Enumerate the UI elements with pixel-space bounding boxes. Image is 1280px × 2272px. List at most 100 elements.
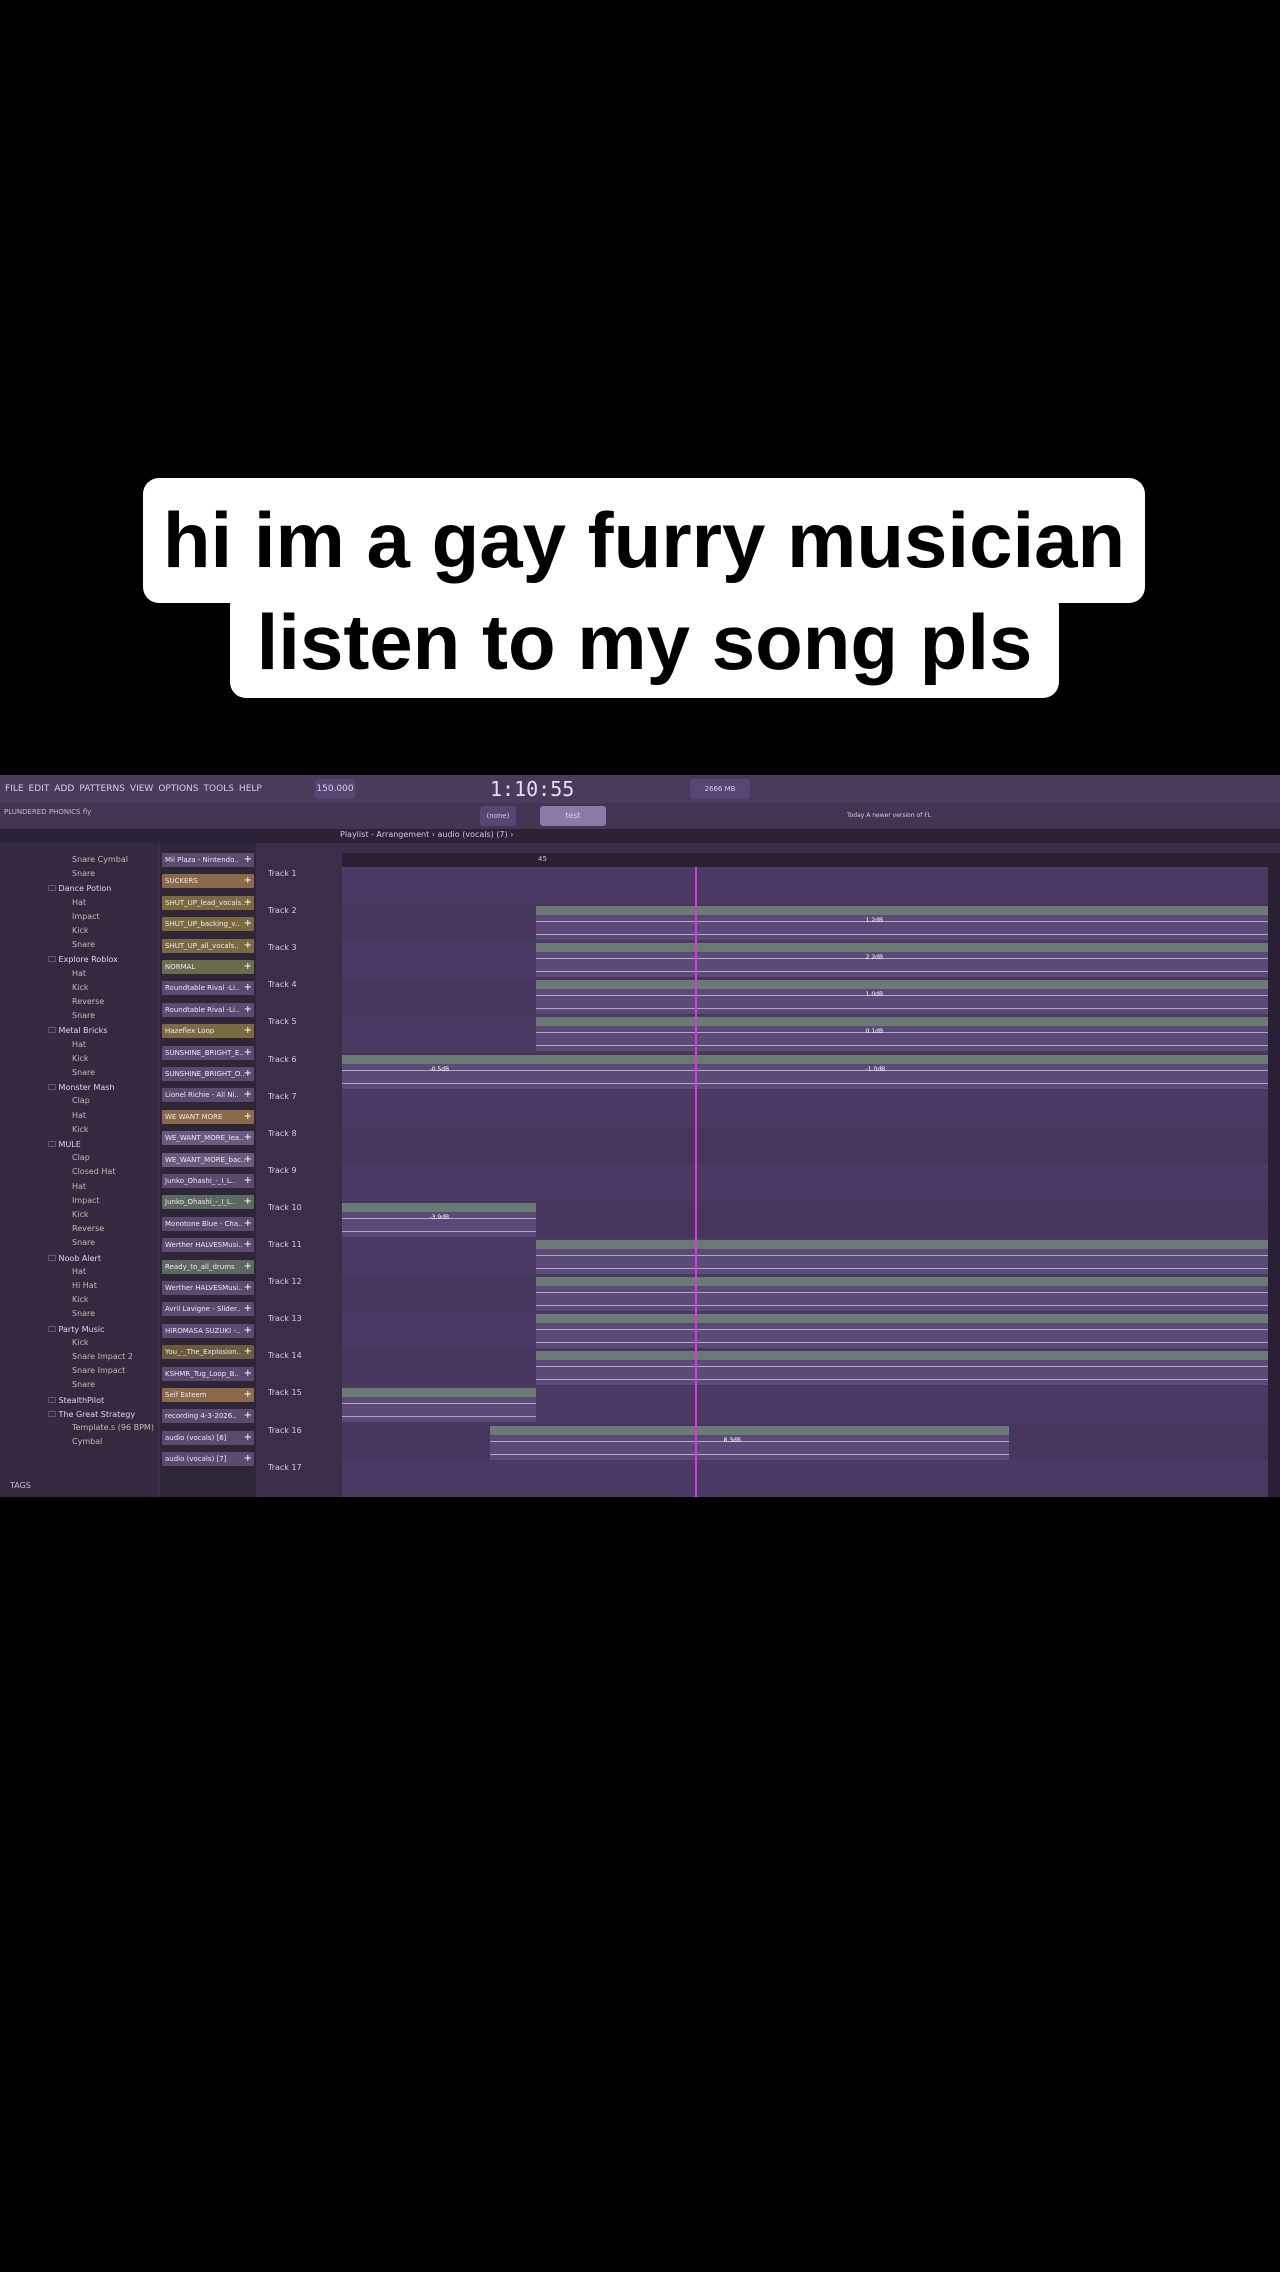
add-icon[interactable]: + (244, 1281, 252, 1295)
browser-file[interactable]: Snare (72, 1011, 95, 1020)
channel-button[interactable]: Junko_Ohashi_-_I_L.. + (162, 1195, 254, 1210)
track-name[interactable]: Track 17 (268, 1463, 302, 1472)
track-name[interactable]: Track 5 (268, 1017, 297, 1026)
channel-button[interactable]: You_-_The_Explosion.. + (162, 1345, 254, 1360)
track-name[interactable]: Track 7 (268, 1092, 297, 1101)
browser-file[interactable]: Snare (72, 1380, 95, 1389)
channel-button[interactable]: Roundtable Rival -Li.. + (162, 981, 254, 996)
browser-folder[interactable]: 🗀 Metal Bricks (48, 1025, 107, 1039)
track-name[interactable]: Track 15 (268, 1388, 302, 1397)
track-name[interactable]: Track 14 (268, 1351, 302, 1360)
channel-button[interactable]: Self Esteem + (162, 1388, 254, 1402)
track-name[interactable]: Track 11 (268, 1240, 302, 1249)
browser-folder[interactable]: 🗀 Explore Roblox (48, 954, 118, 968)
menu-item-edit[interactable]: EDIT (29, 784, 50, 794)
channel-button[interactable]: Werther HALVESMusi.. + (162, 1281, 254, 1295)
channel-button[interactable]: HIROMASA SUZUKI -.. + (162, 1323, 254, 1338)
menu-item-view[interactable]: VIEW (130, 784, 153, 794)
browser-file[interactable]: Kick (72, 1210, 89, 1219)
channel-button[interactable]: WE_WANT_MORE_lea.. + (162, 1131, 254, 1146)
channel-button[interactable]: Roundtable Rival -Li.. + (162, 1002, 254, 1017)
browser-file[interactable]: Kick (72, 926, 89, 935)
add-icon[interactable]: + (244, 939, 252, 953)
channel-button[interactable]: recording 4-3-2026.. + (162, 1409, 254, 1424)
timeline-ruler[interactable]: 45 (342, 853, 1268, 867)
update-notice[interactable]: Today A newer version of FL Studio is av… (844, 806, 934, 839)
menu-item-add[interactable]: ADD (54, 784, 74, 794)
add-icon[interactable]: + (244, 1409, 252, 1423)
add-icon[interactable]: + (244, 1324, 252, 1338)
channel-button[interactable]: NORMAL + (162, 960, 254, 974)
add-icon[interactable]: + (244, 1345, 252, 1359)
channel-button[interactable]: Mii Plaza - Nintendo.. + (162, 853, 254, 867)
browser-file[interactable]: Snare Impact (72, 1366, 125, 1375)
browser-file[interactable]: Cymbal (72, 1437, 102, 1446)
add-icon[interactable]: + (244, 1131, 252, 1145)
browser-folder[interactable]: 🗀 Dance Potion (48, 883, 111, 897)
track-name[interactable]: Track 1 (268, 869, 297, 878)
track-lane[interactable] (342, 1126, 1268, 1164)
menu-item-file[interactable]: FILE (5, 784, 24, 794)
browser-file[interactable]: Kick (72, 1054, 89, 1063)
audio-clip[interactable]: Junko_Ohashi_-_I_Love_You_So_all_vocs_5i… (490, 1425, 1009, 1460)
vertical-scrollbar[interactable] (1268, 853, 1280, 1497)
browser-file[interactable]: Clap (72, 1096, 90, 1105)
add-icon[interactable]: + (244, 981, 252, 995)
track-name[interactable]: Track 8 (268, 1129, 297, 1138)
browser-file[interactable]: Impact (72, 912, 100, 921)
browser-file[interactable]: Snare (72, 1238, 95, 1247)
browser-file[interactable]: Hat (72, 1111, 86, 1120)
menu-item-tools[interactable]: TOOLS (204, 784, 234, 794)
add-icon[interactable]: + (244, 1238, 252, 1252)
track-lane[interactable] (342, 1163, 1268, 1201)
browser-file[interactable]: Snare (72, 869, 95, 878)
audio-clip[interactable]: Change_-_Hold_Tight_all_vocals (342, 1388, 537, 1423)
browser-file[interactable]: Kick (72, 983, 89, 992)
add-icon[interactable]: + (244, 1067, 252, 1081)
menu-item-help[interactable]: HELP (239, 784, 262, 794)
browser-file[interactable]: Kick (72, 1338, 89, 1347)
add-icon[interactable]: + (244, 960, 252, 974)
browser-folder[interactable]: 🗀 Noob Alert (48, 1253, 101, 1267)
audio-clip[interactable]: Frank Rizatti - Jobscreen (536, 1240, 1268, 1274)
browser-file[interactable]: Hi Hat (72, 1281, 97, 1290)
track-name[interactable]: Track 2 (268, 906, 297, 915)
audio-clip[interactable]: 08 Labyrinth (Instrumental) - Kawaii Par… (536, 1277, 1268, 1312)
channel-button[interactable]: SUCKERS + (162, 874, 254, 889)
track-lane[interactable] (342, 1089, 1268, 1127)
add-icon[interactable]: + (244, 896, 252, 910)
browser-file[interactable]: Clap (72, 1153, 90, 1162)
add-icon[interactable]: + (244, 1260, 252, 1274)
track-name[interactable]: Track 16 (268, 1426, 302, 1435)
channel-button[interactable]: audio (vocals) [6] + (162, 1430, 254, 1445)
audio-clip[interactable]: Do It For Her (Karaoke Version) -3.9dB (342, 1202, 537, 1237)
track-name[interactable]: Track 12 (268, 1277, 302, 1286)
playlist-lanes[interactable]: Cabinet Man (Instrumental) - Lemon Demon… (342, 867, 1268, 1497)
browser-file[interactable]: Snare (72, 1309, 95, 1318)
add-icon[interactable]: + (244, 1174, 252, 1188)
menu-item-options[interactable]: OPTIONS (158, 784, 198, 794)
audio-clip[interactable]: The Offspring - Pretty Fly (For a white … (536, 1017, 1268, 1052)
add-icon[interactable]: + (244, 1046, 252, 1060)
audio-clip[interactable]: Cabinet Man (Instrumental) - Lemon Demon… (536, 906, 1268, 941)
add-icon[interactable]: + (244, 1431, 252, 1445)
track-lane[interactable] (342, 867, 1268, 904)
add-icon[interactable]: + (244, 1367, 252, 1381)
add-icon[interactable]: + (244, 1153, 252, 1167)
add-icon[interactable]: + (244, 1452, 252, 1466)
track-lane[interactable] (342, 1460, 1268, 1497)
add-icon[interactable]: + (244, 853, 252, 867)
browser-file[interactable]: Hat (72, 898, 86, 907)
add-icon[interactable]: + (244, 1003, 252, 1017)
browser-folder[interactable]: 🗀 Monster Mash (48, 1082, 115, 1096)
tempo-display[interactable]: 150.000 (315, 779, 355, 799)
channel-button[interactable]: Junko_Ohashi_-_I_L.. + (162, 1174, 254, 1188)
add-icon[interactable]: + (244, 1302, 252, 1316)
browser-file[interactable]: Snare (72, 1068, 95, 1077)
channel-button[interactable]: Monotone Blue - Cha.. + (162, 1216, 254, 1231)
browser-file[interactable]: Hat (72, 1182, 86, 1191)
channel-button[interactable]: Werther HALVESMusi.. + (162, 1238, 254, 1253)
channel-button[interactable]: WE WANT MORE + (162, 1109, 254, 1124)
browser-file[interactable]: Reverse (72, 997, 104, 1006)
browser-folder[interactable]: 🗀 Party Music (48, 1324, 104, 1338)
